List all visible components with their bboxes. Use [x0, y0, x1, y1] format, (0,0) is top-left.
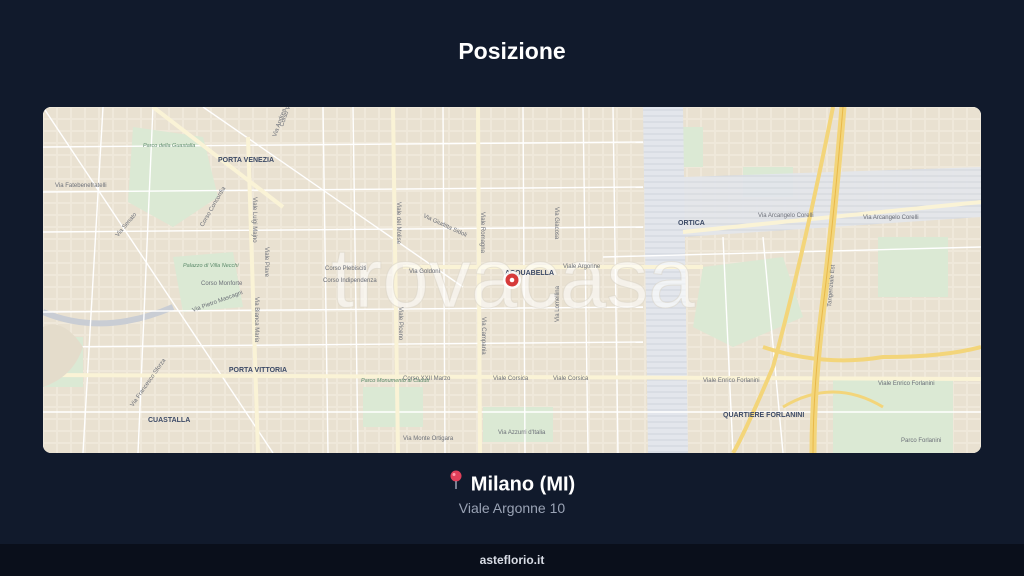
street-label: Viale Argonne [563, 264, 601, 270]
street-label: Viale Romagna [479, 212, 485, 254]
street-label: Viale Corsica [493, 376, 529, 382]
district-label: ORTICA [678, 220, 705, 227]
district-label: PORTA VENEZIA [218, 157, 274, 164]
street-label: Via Giacosa [553, 207, 559, 240]
footer-brand[interactable]: asteflorio.it [0, 544, 1024, 576]
district-label: QUARTIERE FORLANINI [723, 412, 804, 419]
location-address: Viale Argonne 10 [458, 500, 566, 516]
street-label: Via Azzurri d'Italia [498, 430, 546, 436]
park-label: Parco della Guastalla [143, 143, 195, 149]
location-marker[interactable] [503, 271, 521, 289]
location-city: Milano (MI) [470, 473, 576, 496]
street-label: Via Arcangelo Corelli [863, 215, 919, 221]
street-label: Via Lomellina [555, 285, 561, 322]
street-label: Viale Luigi Majno [251, 197, 257, 243]
street-label: Via Arcangelo Corelli [758, 213, 814, 219]
map-pin-icon [449, 470, 463, 496]
district-label: CUASTALLA [148, 417, 190, 424]
street-label: Viale Piceno [397, 307, 403, 341]
street-label: Parco Forlanini [901, 438, 941, 444]
street-label: Viale Enrico Forlanini [703, 378, 760, 384]
street-label: Viale del Molise [395, 202, 401, 245]
street-label: Via Monte Ortigara [403, 436, 454, 442]
street-label: Corso Monforte [201, 281, 243, 287]
page-title: Posizione [458, 38, 566, 64]
park-label: Parco Monumento ai Caduti [361, 378, 430, 384]
district-label: PORTA VITTORIA [229, 367, 287, 374]
map-view[interactable]: trovacasa PORTA VENEZIA PORTA VITTORIA C… [43, 107, 981, 453]
street-label: Corso Plebisciti [325, 266, 366, 272]
street-label: Viale Piave [263, 247, 269, 278]
street-label: Corso Indipendenza [323, 278, 377, 284]
location-heading: Milano (MI) [0, 470, 1024, 498]
street-label: Viale Enrico Forlanini [878, 381, 935, 387]
park-label: Palazzo di Villa Necchi [183, 263, 239, 269]
street-label: Via Bianca Maria [253, 297, 259, 343]
street-label: Via Campania [480, 317, 486, 355]
street-label: Via Fatebenefratelli [55, 183, 107, 189]
street-label: Viale Corsica [553, 376, 589, 382]
street-label: Via Goldoni [409, 269, 440, 275]
